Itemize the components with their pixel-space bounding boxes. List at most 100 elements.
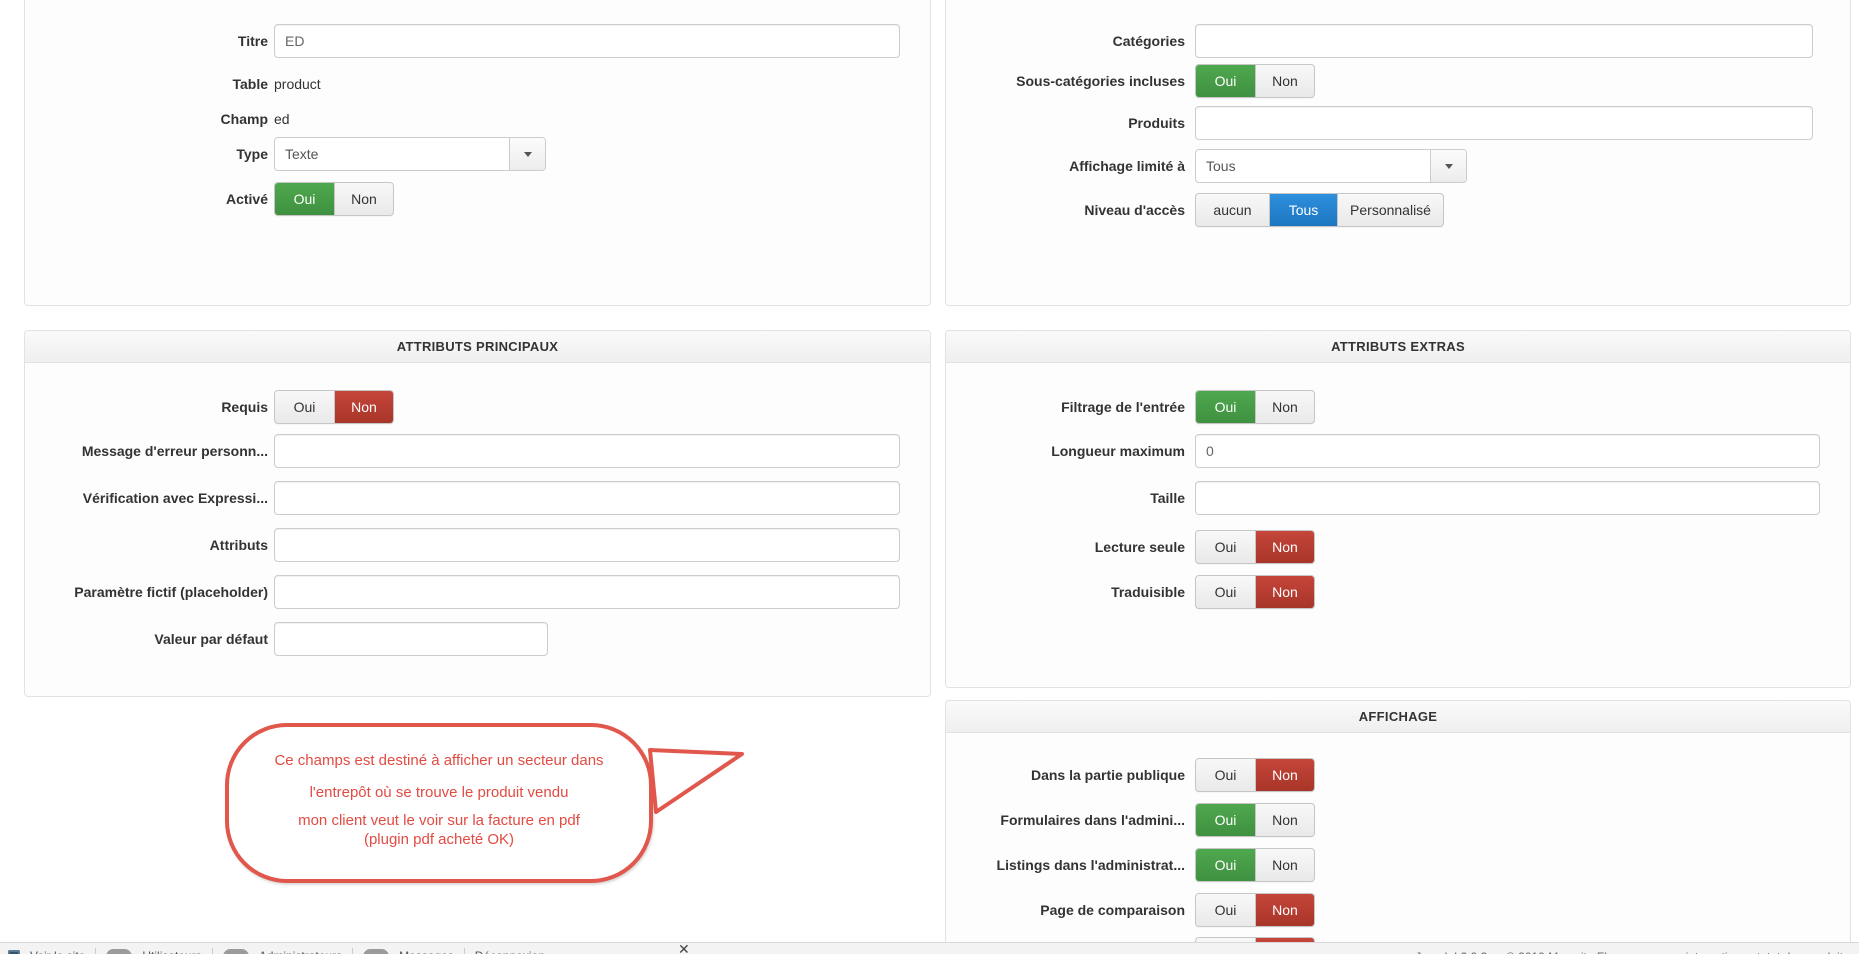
view-site-icon xyxy=(8,950,20,954)
divider xyxy=(211,948,213,954)
taille-input[interactable] xyxy=(1195,481,1820,515)
traduisible-toggle-non[interactable]: Non xyxy=(1255,576,1314,608)
divider xyxy=(463,948,465,954)
panel-title-attributs-principaux: ATTRIBUTS PRINCIPAUX xyxy=(25,331,930,363)
filtrage-toggle[interactable]: Oui Non xyxy=(1195,390,1315,424)
formulaires-admin-toggle[interactable]: Oui Non xyxy=(1195,803,1315,837)
view-site-link[interactable]: Voir le site xyxy=(30,949,85,954)
parametre-fictif-label: Paramètre fictif (placeholder) xyxy=(74,584,268,600)
messages-count-badge xyxy=(363,948,390,954)
parametre-fictif-input[interactable] xyxy=(274,575,900,609)
panel-title-attributs-extras: ATTRIBUTS EXTRAS xyxy=(946,331,1850,363)
panel-title-affichage: AFFICHAGE xyxy=(946,701,1850,733)
table-label: Table xyxy=(232,76,268,92)
lecture-seule-toggle[interactable]: Oui Non xyxy=(1195,530,1315,564)
divider xyxy=(352,948,354,954)
categories-input[interactable] xyxy=(1195,24,1813,58)
niveau-acces-label: Niveau d'accès xyxy=(1084,202,1185,218)
table-value: product xyxy=(274,76,321,92)
partie-publique-toggle-non[interactable]: Non xyxy=(1255,759,1314,791)
filtrage-toggle-non[interactable]: Non xyxy=(1255,391,1314,423)
admin-field-editor-page: ATTRIBUTS PRINCIPAUX ATTRIBUTS EXTRAS AF… xyxy=(0,0,1859,954)
attributs-label: Attributs xyxy=(209,537,268,553)
message-erreur-input[interactable] xyxy=(274,434,900,468)
partie-publique-label: Dans la partie publique xyxy=(1030,767,1185,783)
lecture-seule-toggle-oui[interactable]: Oui xyxy=(1196,531,1255,563)
annotation-line: (plugin pdf acheté OK) xyxy=(363,831,515,848)
annotation-bubble xyxy=(225,723,653,883)
listings-admin-toggle-oui[interactable]: Oui xyxy=(1196,849,1255,881)
sous-categories-toggle[interactable]: Oui Non xyxy=(1195,64,1315,98)
messages-link[interactable]: Messages xyxy=(399,949,454,954)
titre-input[interactable] xyxy=(274,24,900,58)
sous-categories-toggle-oui[interactable]: Oui xyxy=(1196,65,1255,97)
listings-admin-label: Listings dans l'administrat... xyxy=(996,857,1185,873)
champ-label: Champ xyxy=(220,111,268,127)
formulaires-admin-label: Formulaires dans l'admini... xyxy=(1000,812,1185,828)
affichage-limite-label: Affichage limité à xyxy=(1069,158,1185,174)
requis-toggle[interactable]: Oui Non xyxy=(274,390,394,424)
longueur-max-label: Longueur maximum xyxy=(1051,443,1185,459)
annotation-bubble-tail xyxy=(648,748,744,814)
verification-input[interactable] xyxy=(274,481,900,515)
status-bar: Voir le site Utilisateurs Administrateur… xyxy=(0,942,1859,954)
type-label: Type xyxy=(236,146,268,162)
users-link[interactable]: Utilisateurs xyxy=(142,949,201,954)
admins-link[interactable]: Administrateurs xyxy=(259,949,342,954)
annotation-line: mon client veut le voir sur la facture e… xyxy=(298,812,580,829)
verification-label: Vérification avec Expressi... xyxy=(82,490,268,506)
filtrage-label: Filtrage de l'entrée xyxy=(1061,399,1185,415)
listings-admin-toggle-non[interactable]: Non xyxy=(1255,849,1314,881)
partie-publique-toggle-oui[interactable]: Oui xyxy=(1196,759,1255,791)
valeur-defaut-label: Valeur par défaut xyxy=(154,631,268,647)
sous-categories-toggle-non[interactable]: Non xyxy=(1255,65,1314,97)
taille-label: Taille xyxy=(1150,490,1185,506)
lecture-seule-toggle-non[interactable]: Non xyxy=(1255,531,1314,563)
affichage-limite-select-value: Tous xyxy=(1206,158,1236,174)
traduisible-label: Traduisible xyxy=(1111,584,1185,600)
attributs-input[interactable] xyxy=(274,528,900,562)
annotation-line: Ce champs est destiné à afficher un sect… xyxy=(274,752,604,769)
listings-admin-toggle[interactable]: Oui Non xyxy=(1195,848,1315,882)
requis-label: Requis xyxy=(221,399,268,415)
affichage-limite-select[interactable]: Tous xyxy=(1195,149,1467,183)
formulaires-admin-toggle-oui[interactable]: Oui xyxy=(1196,804,1255,836)
produits-label: Produits xyxy=(1128,115,1185,131)
longueur-max-input[interactable] xyxy=(1195,434,1820,468)
niveau-acces-group[interactable]: aucun Tous Personnalisé xyxy=(1195,193,1444,227)
partie-publique-toggle[interactable]: Oui Non xyxy=(1195,758,1315,792)
chevron-down-icon[interactable] xyxy=(509,138,545,170)
cursor-artifact: ✕ xyxy=(678,941,690,954)
active-toggle-non[interactable]: Non xyxy=(334,183,393,215)
active-label: Activé xyxy=(225,191,268,207)
annotation-line: l'entrepôt où se trouve le produit vendu xyxy=(309,784,569,801)
valeur-defaut-input[interactable] xyxy=(274,622,548,656)
niveau-acces-aucun[interactable]: aucun xyxy=(1196,194,1269,226)
page-comparaison-toggle-oui[interactable]: Oui xyxy=(1196,894,1255,926)
admins-count-badge xyxy=(222,948,249,954)
active-toggle-oui[interactable]: Oui xyxy=(275,183,334,215)
lecture-seule-label: Lecture seule xyxy=(1094,539,1185,555)
page-comparaison-toggle-non[interactable]: Non xyxy=(1255,894,1314,926)
sous-categories-label: Sous-catégories incluses xyxy=(1016,73,1185,89)
requis-toggle-oui[interactable]: Oui xyxy=(275,391,334,423)
active-toggle[interactable]: Oui Non xyxy=(274,182,394,216)
logout-link[interactable]: Déconnexion xyxy=(475,949,545,954)
traduisible-toggle-oui[interactable]: Oui xyxy=(1196,576,1255,608)
niveau-acces-personnalise[interactable]: Personnalisé xyxy=(1337,194,1443,226)
titre-label: Titre xyxy=(237,33,268,49)
filtrage-toggle-oui[interactable]: Oui xyxy=(1196,391,1255,423)
formulaires-admin-toggle-non[interactable]: Non xyxy=(1255,804,1314,836)
produits-input[interactable] xyxy=(1195,106,1813,140)
type-select[interactable]: Texte xyxy=(274,137,546,171)
page-comparaison-label: Page de comparaison xyxy=(1040,902,1185,918)
chevron-down-icon[interactable] xyxy=(1430,150,1466,182)
traduisible-toggle[interactable]: Oui Non xyxy=(1195,575,1315,609)
divider xyxy=(95,948,97,954)
users-count-badge xyxy=(106,948,133,954)
page-comparaison-toggle[interactable]: Oui Non xyxy=(1195,893,1315,927)
niveau-acces-tous[interactable]: Tous xyxy=(1269,194,1337,226)
champ-value: ed xyxy=(274,111,290,127)
requis-toggle-non[interactable]: Non xyxy=(334,391,393,423)
type-select-value: Texte xyxy=(285,146,319,162)
